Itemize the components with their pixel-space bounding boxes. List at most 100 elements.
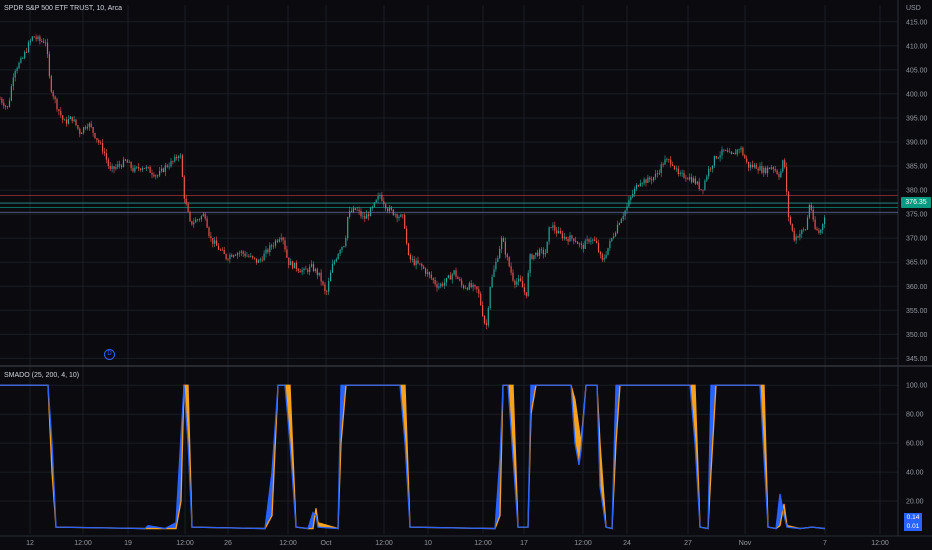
candle-body xyxy=(599,251,601,255)
candle-body xyxy=(185,198,187,204)
candle-body xyxy=(806,217,809,230)
candle-body xyxy=(615,232,617,237)
candle-body xyxy=(276,240,278,242)
candle-body xyxy=(702,189,704,191)
candle-body xyxy=(575,240,577,242)
dividend-event-icon[interactable]: D xyxy=(104,349,115,360)
candle-body xyxy=(723,149,725,151)
candle-body xyxy=(206,218,208,228)
candle-body xyxy=(681,172,683,174)
candle-body xyxy=(147,167,149,168)
candle-body xyxy=(814,219,816,229)
candle-body xyxy=(624,210,626,216)
price-axis-tick: 375.00 xyxy=(906,212,928,219)
candle-body xyxy=(824,217,826,225)
candle-body xyxy=(8,100,11,107)
candle-body xyxy=(172,161,174,162)
candle-body xyxy=(105,153,107,160)
candle-body xyxy=(751,164,753,168)
candle-body xyxy=(166,165,168,167)
candle-body xyxy=(791,223,793,231)
indicator-axis-tick: 80.00 xyxy=(906,412,924,419)
candle-body xyxy=(613,236,615,239)
price-axis-tick: 400.00 xyxy=(906,91,928,98)
candle-body xyxy=(170,161,172,167)
candle-body xyxy=(761,166,763,173)
candle-body xyxy=(738,149,740,151)
candle-body xyxy=(649,177,651,180)
candle-body xyxy=(504,241,506,255)
candle-body xyxy=(603,257,605,260)
candle-body xyxy=(132,168,134,172)
candle-body xyxy=(409,254,411,260)
candle-body xyxy=(46,42,49,55)
candle-body xyxy=(552,225,554,228)
candle-body xyxy=(776,170,778,175)
candle-body xyxy=(292,261,294,269)
candle-body xyxy=(573,238,575,241)
candle-body xyxy=(675,168,677,170)
candle-body xyxy=(601,254,603,260)
candle-body xyxy=(0,98,1,100)
candle-body xyxy=(5,106,7,107)
candle-body xyxy=(759,166,761,171)
candle-body xyxy=(687,178,689,180)
candle-body xyxy=(354,208,356,210)
candle-body xyxy=(333,261,335,264)
candle-body xyxy=(643,179,645,184)
candle-body xyxy=(748,161,750,168)
candle-body xyxy=(685,177,687,179)
candle-body xyxy=(459,278,461,281)
candle-body xyxy=(768,167,771,169)
candle-body xyxy=(656,173,658,175)
candle-body xyxy=(516,281,518,285)
candle-body xyxy=(198,219,201,220)
time-axis-tick: 12:00 xyxy=(871,540,889,547)
time-axis-tick: 12:00 xyxy=(176,540,194,547)
candle-body xyxy=(426,272,429,274)
candle-body xyxy=(347,216,349,239)
price-axis-tick: 390.00 xyxy=(906,140,928,147)
candle-body xyxy=(162,168,164,172)
candle-body xyxy=(596,240,598,244)
candle-body xyxy=(178,156,180,159)
candle-body xyxy=(212,238,214,244)
candle-body xyxy=(375,199,377,203)
candle-body xyxy=(628,200,630,207)
candle-body xyxy=(273,245,275,247)
candle-body xyxy=(14,71,16,78)
candle-body xyxy=(312,264,315,272)
candle-body xyxy=(242,251,244,254)
candle-body xyxy=(22,58,24,59)
candle-body xyxy=(73,119,75,122)
candle-body xyxy=(81,132,83,134)
candle-body xyxy=(810,204,812,210)
candle-body xyxy=(252,256,254,258)
candle-body xyxy=(417,260,419,264)
candle-body xyxy=(343,246,345,247)
candle-body xyxy=(698,181,700,190)
candle-body xyxy=(293,262,296,269)
candle-body xyxy=(480,293,482,306)
candle-body xyxy=(86,126,88,129)
candle-body xyxy=(1,98,3,103)
candle-body xyxy=(187,203,189,213)
indicator-title[interactable]: SMADO (25, 200, 4, 10) xyxy=(4,372,79,379)
candle-body xyxy=(654,174,657,178)
candle-body xyxy=(556,230,558,234)
candle-body xyxy=(388,207,391,212)
candle-body xyxy=(282,237,284,241)
candle-body xyxy=(666,159,668,160)
candle-body xyxy=(41,41,43,42)
time-axis-tick: 12:00 xyxy=(474,540,492,547)
candle-body xyxy=(100,142,102,144)
candle-body xyxy=(620,218,622,224)
candle-body xyxy=(801,230,803,234)
price-axis-tick: 365.00 xyxy=(906,260,928,267)
symbol-title[interactable]: SPDR S&P 500 ETF TRUST, 10, Arca xyxy=(4,5,122,12)
candle-body xyxy=(770,167,772,169)
candle-body xyxy=(430,274,432,279)
price-axis-tick: 360.00 xyxy=(906,284,928,291)
candle-body xyxy=(210,236,212,239)
candle-body xyxy=(225,254,227,260)
